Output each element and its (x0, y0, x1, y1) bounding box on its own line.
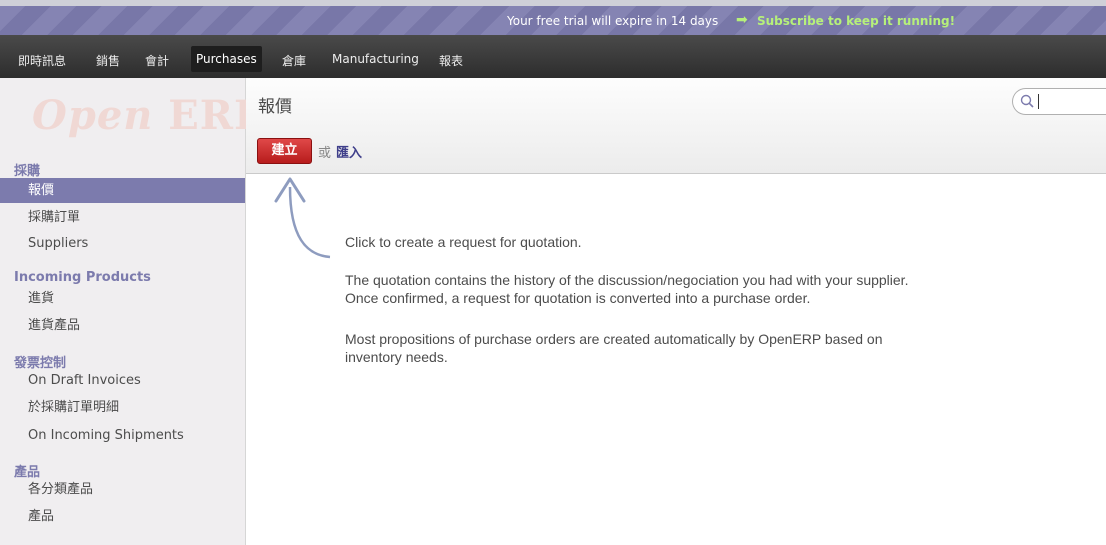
help-paragraph-line: The quotation contains the history of th… (345, 272, 909, 288)
subscribe-link[interactable]: Subscribe to keep it running! (757, 14, 955, 28)
menu-item-accounting[interactable]: 會計 (145, 46, 169, 75)
sidebar: Open ERP 採購 報價 採購訂單 Suppliers Incoming P… (0, 78, 264, 545)
help-paragraph-line: inventory needs. (345, 349, 448, 365)
sidebar-item-draft-invoices[interactable]: On Draft Invoices (0, 368, 245, 393)
sidebar-item-incoming-shipments-invoices[interactable]: On Incoming Shipments (0, 423, 245, 448)
sidebar-item-products-by-category[interactable]: 各分類產品 (0, 477, 245, 502)
help-paragraph-line: Once confirmed, a request for quotation … (345, 290, 811, 306)
trial-message: Your free trial will expire in 14 days (507, 14, 719, 28)
menu-item-warehouse[interactable]: 倉庫 (282, 46, 306, 75)
menu-item-sales[interactable]: 銷售 (96, 46, 120, 75)
menu-item-purchases[interactable]: Purchases (191, 46, 262, 72)
arrow-right-icon: ➡ (736, 12, 748, 28)
page-title: 報價 (258, 97, 292, 117)
text-cursor (1038, 94, 1039, 109)
menu-item-manufacturing[interactable]: Manufacturing (332, 46, 419, 72)
sidebar-item-incoming-products[interactable]: 進貨產品 (0, 313, 245, 338)
help-title: Click to create a request for quotation. (345, 234, 582, 250)
sidebar-item-products[interactable]: 產品 (0, 504, 245, 529)
sidebar-section-purchase: 採購 (14, 164, 41, 179)
help-arrow-icon (274, 177, 331, 259)
openerp-logo[interactable]: Open ERP (32, 92, 265, 139)
control-panel: 報價 建立 或 匯入 (246, 78, 1106, 174)
trial-banner: Your free trial will expire in 14 days ➡… (0, 0, 1106, 35)
search-input[interactable] (1012, 88, 1106, 115)
or-label: 或 (318, 146, 332, 161)
sidebar-item-quotations[interactable]: 報價 (0, 178, 245, 203)
sidebar-item-purchase-orders[interactable]: 採購訂單 (0, 205, 245, 230)
create-button[interactable]: 建立 (257, 138, 312, 164)
search-icon (1020, 94, 1034, 108)
logo-text-open: Open (32, 92, 154, 139)
sidebar-item-po-lines[interactable]: 於採購訂單明細 (0, 395, 245, 420)
menu-item-reporting[interactable]: 報表 (439, 46, 463, 75)
menu-item-messaging[interactable]: 即時訊息 (18, 46, 66, 75)
sidebar-item-incoming-shipments[interactable]: 進貨 (0, 286, 245, 311)
sidebar-item-suppliers[interactable]: Suppliers (0, 231, 245, 256)
help-paragraph-line: Most propositions of purchase orders are… (345, 331, 883, 347)
sidebar-section-incoming-products: Incoming Products (14, 270, 151, 285)
top-menu: 即時訊息 銷售 會計 Purchases 倉庫 Manufacturing 報表 (0, 35, 1106, 78)
import-link[interactable]: 匯入 (336, 142, 362, 161)
